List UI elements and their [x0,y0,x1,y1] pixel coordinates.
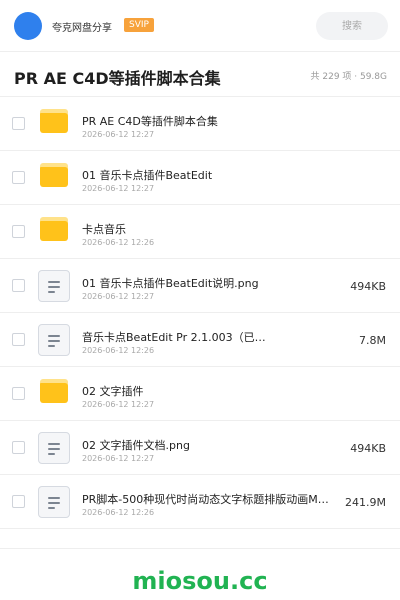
list-item[interactable]: 02 文字插件文档.png 2026-06-12 12:27 494KB [0,421,400,475]
row-checkbox[interactable] [12,387,25,400]
list-item[interactable]: PR脚本-500种现代时尚动态文字标题排版动画Mo… 2026-06-12 12:… [0,475,400,529]
list-item[interactable]: PR AE C4D等插件脚本合集 2026-06-12 12:27 [0,97,400,151]
list-item[interactable]: 02 文字插件 2026-06-12 12:27 [0,367,400,421]
folder-icon [40,109,68,133]
file-name[interactable]: 02 文字插件 [82,383,332,399]
folder-icon [40,163,68,187]
file-size: 494KB [350,442,386,455]
file-date: 2026-06-12 12:27 [82,454,155,463]
folder-icon [40,379,68,403]
file-date: 2026-06-12 12:26 [82,238,155,247]
file-name[interactable]: PR AE C4D等插件脚本合集 [82,113,332,129]
item-summary: 共 229 项 · 59.8G [310,72,388,82]
list-item[interactable]: 音乐卡点BeatEdit Pr 2.1.003（已… 2026-06-12 12:… [0,313,400,367]
row-checkbox[interactable] [12,117,25,130]
page-title: PR AE C4D等插件脚本合集 [14,69,221,88]
list-item[interactable]: 01 音乐卡点插件BeatEdit说明.png 2026-06-12 12:27 4… [0,259,400,313]
search-input[interactable] [316,12,388,40]
svip-badge: SVIP [124,18,154,32]
brand-name: 夸克网盘分享 [52,23,112,34]
list-item[interactable]: 01 音乐卡点插件BeatEdit 2026-06-12 12:27 [0,151,400,205]
row-checkbox[interactable] [12,333,25,346]
file-name[interactable]: 02 文字插件文档.png [82,437,332,453]
document-icon [38,432,70,464]
file-date: 2026-06-12 12:26 [82,508,155,517]
top-bar: 夸克网盘分享 SVIP [0,0,400,52]
file-date: 2026-06-12 12:27 [82,292,155,301]
file-name[interactable]: 卡点音乐 [82,221,332,237]
file-name[interactable]: 01 音乐卡点插件BeatEdit [82,167,332,183]
file-size: 7.8M [359,334,386,347]
avatar[interactable] [14,12,42,40]
folder-icon [40,217,68,241]
row-checkbox[interactable] [12,441,25,454]
document-icon [38,270,70,302]
row-checkbox[interactable] [12,279,25,292]
title-row: PR AE C4D等插件脚本合集 共 229 项 · 59.8G [0,52,400,97]
document-icon [38,486,70,518]
row-checkbox[interactable] [12,171,25,184]
file-name[interactable]: 01 音乐卡点插件BeatEdit说明.png [82,275,332,291]
document-icon [38,324,70,356]
file-name[interactable]: PR脚本-500种现代时尚动态文字标题排版动画Mo… [82,491,332,507]
file-size: 241.9M [345,496,386,509]
row-checkbox[interactable] [12,225,25,238]
list-item[interactable]: 卡点音乐 2026-06-12 12:26 [0,205,400,259]
file-list: PR AE C4D等插件脚本合集 2026-06-12 12:27 01 音乐卡点插… [0,97,400,529]
row-checkbox[interactable] [12,495,25,508]
file-size: 494KB [350,280,386,293]
file-name[interactable]: 音乐卡点BeatEdit Pr 2.1.003（已… [82,329,332,345]
file-date: 2026-06-12 12:26 [82,346,155,355]
file-date: 2026-06-12 12:27 [82,400,155,409]
file-date: 2026-06-12 12:27 [82,184,155,193]
watermark: miosou.cc [132,567,268,595]
file-date: 2026-06-12 12:27 [82,130,155,139]
